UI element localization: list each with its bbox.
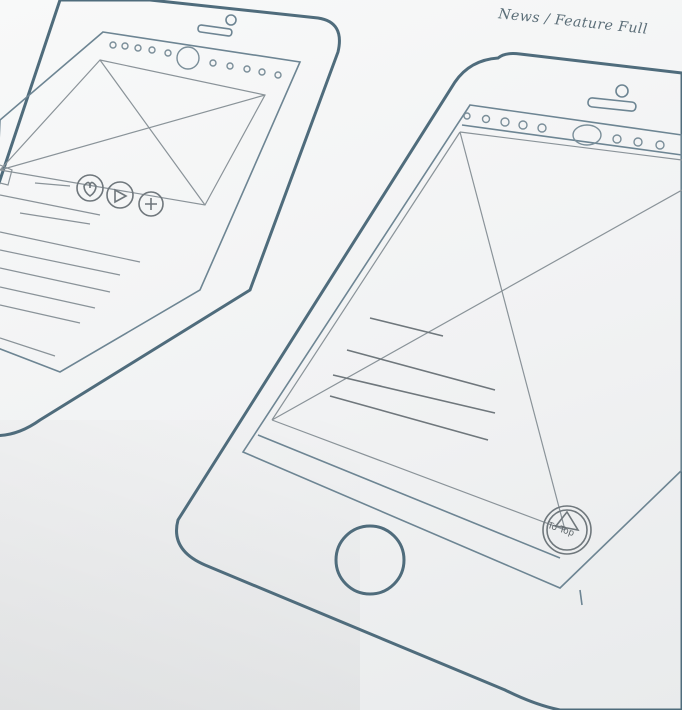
right-phone-speaker [587, 97, 637, 112]
play-icon[interactable] [106, 181, 134, 209]
right-phone-camera [615, 84, 629, 98]
left-phone-status-dots [109, 41, 282, 79]
wireframe-sketch [0, 0, 682, 710]
home-button[interactable] [334, 524, 406, 596]
left-phone-speaker [197, 24, 233, 37]
left-phone [0, 0, 341, 437]
left-phone-text-lines [0, 164, 141, 357]
right-phone-image-placeholder [271, 131, 682, 531]
right-phone-text-lines [329, 317, 496, 441]
left-phone-screen [0, 31, 302, 373]
right-phone [175, 52, 682, 710]
right-phone-body [175, 52, 682, 710]
left-phone-camera [225, 14, 237, 26]
right-phone-screen [241, 104, 682, 589]
